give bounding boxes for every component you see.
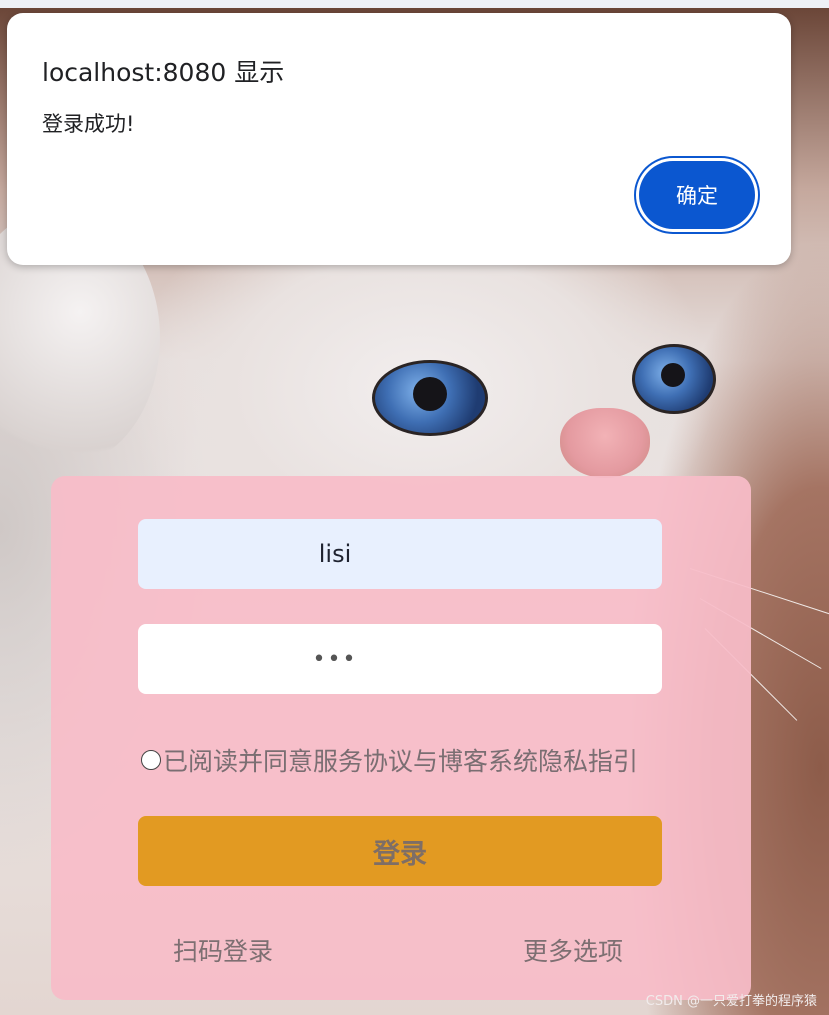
watermark-text: CSDN @一只爱打拳的程序猿 — [645, 994, 817, 1009]
alert-dialog: localhost:8080 显示 登录成功! 确定 — [7, 13, 791, 265]
kitten-left-eye — [372, 360, 488, 436]
agreement-radio[interactable] — [141, 750, 161, 770]
login-button[interactable]: 登录 — [138, 816, 662, 886]
qr-login-link[interactable]: 扫码登录 — [173, 932, 273, 968]
agreement-text: 已阅读并同意服务协议与博客系统隐私指引 — [163, 747, 639, 776]
kitten-right-eye — [632, 344, 716, 414]
dialog-ok-button[interactable]: 确定 — [639, 161, 755, 229]
kitten-nose — [560, 408, 650, 478]
username-value: lisi — [318, 540, 352, 568]
dialog-title: localhost:8080 显示 — [42, 58, 285, 87]
dialog-message: 登录成功! — [42, 112, 135, 136]
login-card: lisi ••• 已阅读并同意服务协议与博客系统隐私指引 登录 扫码登录 更多选… — [51, 476, 751, 1000]
password-mask: ••• — [312, 646, 358, 672]
browser-top-strip — [0, 0, 829, 8]
agreement-row[interactable]: 已阅读并同意服务协议与博客系统隐私指引 — [141, 742, 638, 778]
username-input[interactable]: lisi — [138, 519, 662, 589]
more-options-link[interactable]: 更多选项 — [523, 932, 623, 968]
password-input[interactable]: ••• — [138, 624, 662, 694]
